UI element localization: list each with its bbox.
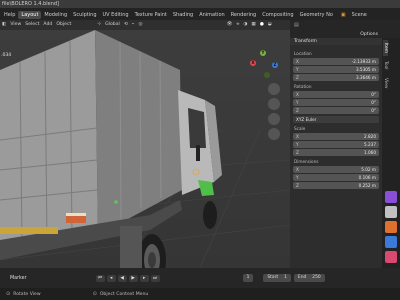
dimensions-label: Dimensions [294, 159, 319, 164]
scene-collection-icon: ▤ [294, 22, 299, 28]
gizmo-x-axis[interactable]: X [250, 60, 256, 66]
rotation-y-field[interactable]: Y 0° [293, 99, 379, 106]
gizmo-toggle-icon[interactable]: ⟡ [234, 20, 241, 30]
rotation-mode-dropdown[interactable]: XYZ Euler [293, 116, 379, 123]
location-y-field[interactable]: Y 3.5305 m [293, 66, 379, 73]
tab-rendering[interactable]: Rendering [228, 11, 260, 19]
next-keyframe-icon[interactable]: ▸ [139, 274, 149, 282]
scale-x-field[interactable]: X 2.820 [293, 133, 379, 140]
marker-menu[interactable]: Marker [10, 276, 27, 281]
dimensions-z-field[interactable]: Z 0.252 m [293, 182, 379, 189]
snap-icon[interactable]: ⌁ [130, 20, 137, 30]
perspective-toggle-icon[interactable] [268, 128, 280, 140]
transform-panel: Transform Location X -2.13933 m Y 3.5305 m… [290, 38, 382, 268]
scene-selector[interactable]: Scene [349, 11, 370, 19]
zoom-icon[interactable] [268, 83, 280, 95]
active-object-label: .034 [1, 53, 12, 58]
xray-icon[interactable]: ▦ [249, 20, 257, 30]
mouse-middle-icon: ⊙ [6, 291, 11, 297]
status-bar: ⊙ Rotate View ⊙ Object Context Menu [0, 288, 400, 300]
tab-texture-paint[interactable]: Texture Paint [132, 11, 170, 19]
tab-layout[interactable]: Layout [18, 11, 42, 19]
menu-select[interactable]: Select [23, 20, 41, 30]
pan-hand-icon[interactable] [268, 98, 280, 110]
status-hint-context: Object Context Menu [99, 291, 149, 297]
rotation-z-field[interactable]: Z 0° [293, 107, 379, 114]
shading-material-icon[interactable]: ◒ [266, 20, 274, 30]
object-props-icon[interactable] [385, 221, 397, 233]
transform-orientation-icon[interactable]: ⊹ [95, 20, 103, 30]
title-bar: file\BOLERO 1.4.blend] [0, 0, 400, 8]
play-reverse-icon[interactable]: ◀ [117, 274, 127, 282]
gizmo-z-axis[interactable]: Z [272, 62, 278, 68]
tab-view[interactable]: View [383, 75, 388, 91]
proportional-edit-icon[interactable]: ◎ [136, 20, 144, 30]
menu-object[interactable]: Object [54, 20, 73, 30]
truck-scene [0, 30, 290, 268]
sidebar-tabs: Item Tool View [382, 38, 400, 268]
scale-z-field[interactable]: Z 1.060 [293, 149, 379, 156]
shading-solid-icon[interactable]: ● [258, 20, 266, 30]
3d-viewport[interactable]: .034 Y X Z [0, 30, 290, 268]
tab-uv-editing[interactable]: UV Editing [100, 11, 132, 19]
orientation-dropdown[interactable]: Global [103, 20, 122, 30]
gizmo-y-axis[interactable]: Y [260, 50, 266, 56]
modifier-props-icon[interactable] [385, 236, 397, 248]
options-dropdown[interactable]: Options [360, 32, 378, 37]
current-frame-field[interactable]: 1 [242, 274, 254, 282]
editor-type-icon[interactable]: ◧ [0, 20, 8, 30]
rotation-x-field[interactable]: X 0° [293, 91, 379, 98]
rotation-label: Rotation [294, 84, 312, 89]
location-x-field[interactable]: X -2.13933 m [293, 58, 379, 65]
jump-end-icon[interactable]: ⏭ [150, 274, 160, 282]
tab-item[interactable]: Item [383, 40, 388, 56]
window-title: file\BOLERO 1.4.blend] [2, 1, 59, 7]
viewport-header: ◧ View Select Add Object ⊹ Global ⟲ ⌁ ◎ … [0, 20, 290, 30]
tab-compositing[interactable]: Compositing [259, 11, 296, 19]
transform-title: Transform [290, 38, 382, 45]
menu-add[interactable]: Add [41, 20, 54, 30]
dimensions-y-field[interactable]: Y 0.106 m [293, 174, 379, 181]
gizmo-neg-y[interactable] [264, 72, 270, 78]
render-props-icon[interactable] [385, 191, 397, 203]
tab-shading[interactable]: Shading [170, 11, 196, 19]
material-props-icon[interactable] [385, 251, 397, 263]
visibility-icon[interactable]: 👁 [224, 20, 234, 30]
prev-keyframe-icon[interactable]: ◂ [106, 274, 116, 282]
location-label: Location [294, 51, 312, 56]
end-frame-field[interactable]: End 250 [293, 274, 325, 282]
pivot-icon[interactable]: ⟲ [122, 20, 130, 30]
tab-geometry-nodes[interactable]: Geometry No [297, 11, 336, 19]
output-props-icon[interactable] [385, 206, 397, 218]
workspace-tabs: Help Layout Modeling Sculpting UV Editin… [0, 8, 400, 20]
overlays-icon[interactable]: ◑ [241, 20, 249, 30]
start-frame-field[interactable]: Start 1 [263, 274, 291, 282]
timeline: Marker ⏮ ◂ ◀ ▶ ▸ ⏭ 1 Start 1 End 250 [0, 268, 400, 288]
camera-view-icon[interactable] [268, 113, 280, 125]
scale-y-field[interactable]: Y 5.237 [293, 141, 379, 148]
mouse-right-icon: ⊙ [92, 291, 97, 297]
status-hint-rotate: Rotate View [13, 291, 41, 297]
location-z-field[interactable]: Z 3.3646 m [293, 74, 379, 81]
tab-sculpting[interactable]: Sculpting [70, 11, 99, 19]
outliner-area: ▤ Options [290, 20, 400, 38]
tab-tool[interactable]: Tool [383, 58, 388, 73]
tab-animation[interactable]: Animation [196, 11, 228, 19]
jump-start-icon[interactable]: ⏮ [95, 274, 105, 282]
scale-label: Scale [294, 126, 306, 131]
menu-help[interactable]: Help [1, 11, 18, 19]
dimensions-x-field[interactable]: X 5.02 m [293, 166, 379, 173]
menu-view[interactable]: View [8, 20, 23, 30]
scene-icon[interactable]: ▣ [338, 11, 349, 19]
tab-modeling[interactable]: Modeling [41, 11, 70, 19]
navigation-gizmo[interactable]: Y X Z [250, 50, 280, 80]
play-icon[interactable]: ▶ [128, 274, 138, 282]
